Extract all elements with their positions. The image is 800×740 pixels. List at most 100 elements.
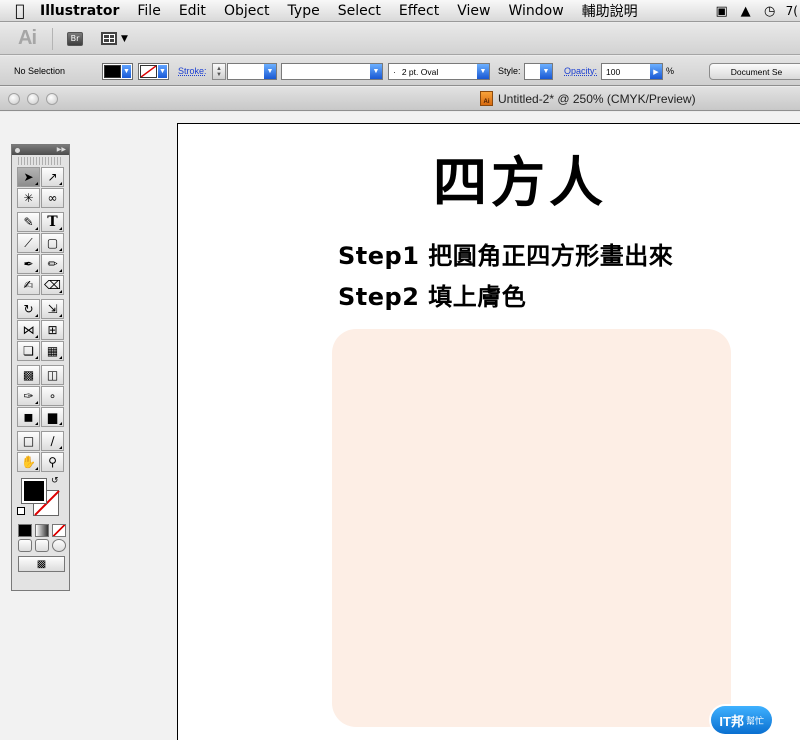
opacity-link[interactable]: Opacity: (564, 63, 597, 79)
zoom-tool-icon[interactable]: ⚲ (41, 452, 64, 472)
paintbrush-tool-icon[interactable]: ✒ (17, 254, 40, 274)
default-fill-stroke-icon[interactable] (17, 507, 25, 515)
drive-icon[interactable]: ▲ (738, 4, 754, 19)
chevron-down-icon: ▼ (121, 33, 128, 44)
rotate-tool-icon[interactable]: ↻ (17, 299, 40, 319)
control-panel: No Selection ▼ ▼ Stroke: ▲ ▼ ▼ ▼ · 2 pt. O… (0, 56, 800, 86)
gradient-mode-button[interactable] (35, 524, 49, 537)
document-title-text: Untitled-2* @ 250% (CMYK/Preview) (498, 91, 696, 106)
chevron-down-icon: ▼ (158, 65, 167, 78)
tray-text: 7( (785, 4, 798, 18)
stroke-weight-field[interactable]: ▼ (227, 63, 277, 80)
stroke-color-picker[interactable]: ▼ (138, 63, 169, 80)
draw-behind-button[interactable] (35, 539, 49, 552)
fill-swatch (104, 65, 121, 78)
fill-stroke-controls: ↺ (17, 476, 64, 520)
bridge-button[interactable]: Br (67, 31, 83, 46)
blend-tool-icon[interactable]: ∘ (41, 386, 64, 406)
menu-window[interactable]: Window (508, 3, 563, 19)
chevron-down-icon: ▼ (540, 64, 552, 79)
swap-fill-stroke-icon[interactable]: ↺ (51, 476, 59, 486)
chevron-right-icon: ▶ (650, 64, 662, 79)
watermark-sub: 幫忙 (745, 715, 764, 726)
scale-tool-icon[interactable]: ⇲ (41, 299, 64, 319)
chevron-down-icon: ▼ (477, 64, 489, 79)
menubar-tray: ▣ ▲ ◷ 7( (714, 0, 800, 21)
menu-effect[interactable]: Effect (399, 3, 439, 19)
chevron-down-icon: ▼ (370, 64, 382, 79)
canvas-workspace[interactable]: 四方人 Step1 把圓角正四方形畫出來 Step2 填上膚色 IT邦 幫忙 (0, 112, 800, 740)
tool-group-transform: ↻ ⇲ ⋈ ⊞ ❏ ▦ (12, 299, 69, 361)
draw-normal-button[interactable] (18, 539, 32, 552)
perspective-grid-tool-icon[interactable]: ▦ (41, 341, 64, 361)
opacity-field[interactable]: 100 ▶ (601, 63, 663, 80)
fill-color-swatch[interactable] (21, 478, 47, 504)
ai-document-icon: Ai (480, 91, 493, 106)
selection-tool-icon[interactable]: ➤ (17, 167, 40, 187)
draw-inside-button[interactable] (52, 539, 66, 552)
draw-mode-row (12, 539, 69, 552)
fill-color-picker[interactable]: ▼ (102, 63, 133, 80)
rounded-rectangle-tool-icon[interactable]: ▢ (41, 233, 64, 253)
slice-tool-icon[interactable]: ∕ (41, 431, 64, 451)
mesh-tool-icon[interactable]: ▩ (17, 365, 40, 385)
artwork-step2-text[interactable]: Step2 填上膚色 (338, 277, 526, 312)
menu-file[interactable]: File (137, 3, 160, 19)
tools-panel-header[interactable]: ▶▶ (12, 145, 69, 155)
divider (52, 27, 53, 50)
line-segment-tool-icon[interactable]: ⟋ (17, 233, 40, 253)
magic-wand-tool-icon[interactable]: ✳ (17, 188, 40, 208)
hand-tool-icon[interactable]: ✋ (17, 452, 40, 472)
collapse-panel-icon[interactable]: ▶▶ (57, 147, 66, 153)
artboard-tool-icon[interactable]: □ (17, 431, 40, 451)
screen-mode-button[interactable]: ▩ (18, 556, 65, 572)
menu-select[interactable]: Select (338, 3, 381, 19)
brush-definition-select[interactable]: · 2 pt. Oval ▼ (388, 63, 490, 80)
watermark-text: IT邦 (719, 713, 744, 729)
stroke-weight-stepper[interactable]: ▲ ▼ (212, 63, 226, 80)
close-panel-icon[interactable] (15, 147, 20, 153)
menu-view[interactable]: View (457, 3, 490, 19)
time-machine-icon[interactable]: ◷ (762, 4, 778, 19)
gradient-tool-icon[interactable]: ◫ (41, 365, 64, 385)
menu-help[interactable]: 輔助說明 (582, 1, 638, 21)
direct-selection-tool-icon[interactable]: ↗ (41, 167, 64, 187)
arrange-documents-button[interactable]: ▼ (101, 32, 128, 45)
minimize-window-button[interactable] (27, 93, 39, 105)
menu-app-name[interactable]: Illustrator (40, 3, 119, 19)
none-mode-button[interactable] (52, 524, 66, 537)
stroke-link[interactable]: Stroke: (178, 63, 207, 79)
graphic-style-picker[interactable]: ▼ (524, 63, 553, 80)
column-graph-tool-icon[interactable]: ▆ (41, 407, 64, 427)
apple-logo-icon[interactable]:  (0, 1, 40, 20)
pencil-tool-icon[interactable]: ✏ (41, 254, 64, 274)
type-tool-icon[interactable]: T (41, 212, 64, 232)
artwork-title[interactable]: 四方人 (433, 138, 607, 217)
free-transform-tool-icon[interactable]: ⊞ (41, 320, 64, 340)
camera-icon[interactable]: ▣ (714, 4, 730, 19)
color-mode-button[interactable] (18, 524, 32, 537)
menu-type[interactable]: Type (288, 3, 320, 19)
blob-brush-tool-icon[interactable]: ✍ (17, 275, 40, 295)
artboard[interactable]: 四方人 Step1 把圓角正四方形畫出來 Step2 填上膚色 (177, 123, 800, 740)
shape-builder-tool-icon[interactable]: ❏ (17, 341, 40, 361)
arrange-grid-icon (101, 32, 117, 45)
pen-tool-icon[interactable]: ✎ (17, 212, 40, 232)
eraser-tool-icon[interactable]: ⌫ (41, 275, 64, 295)
skin-rounded-square[interactable] (332, 329, 731, 727)
panel-grip[interactable] (18, 157, 63, 165)
zoom-window-button[interactable] (46, 93, 58, 105)
lasso-tool-icon[interactable]: ∞ (41, 188, 64, 208)
eyedropper-tool-icon[interactable]: ✑ (17, 386, 40, 406)
selection-status: No Selection (14, 66, 66, 76)
document-title: Ai Untitled-2* @ 250% (CMYK/Preview) (480, 91, 696, 106)
ithome-watermark: IT邦 幫忙 (711, 706, 772, 734)
symbol-sprayer-tool-icon[interactable]: ◼ (17, 407, 40, 427)
document-setup-button[interactable]: Document Se (709, 63, 800, 80)
menu-object[interactable]: Object (224, 3, 270, 19)
close-window-button[interactable] (8, 93, 20, 105)
menu-edit[interactable]: Edit (179, 3, 206, 19)
artwork-step1-text[interactable]: Step1 把圓角正四方形畫出來 (338, 236, 673, 271)
variable-width-profile[interactable]: ▼ (281, 63, 383, 80)
width-tool-icon[interactable]: ⋈ (17, 320, 40, 340)
